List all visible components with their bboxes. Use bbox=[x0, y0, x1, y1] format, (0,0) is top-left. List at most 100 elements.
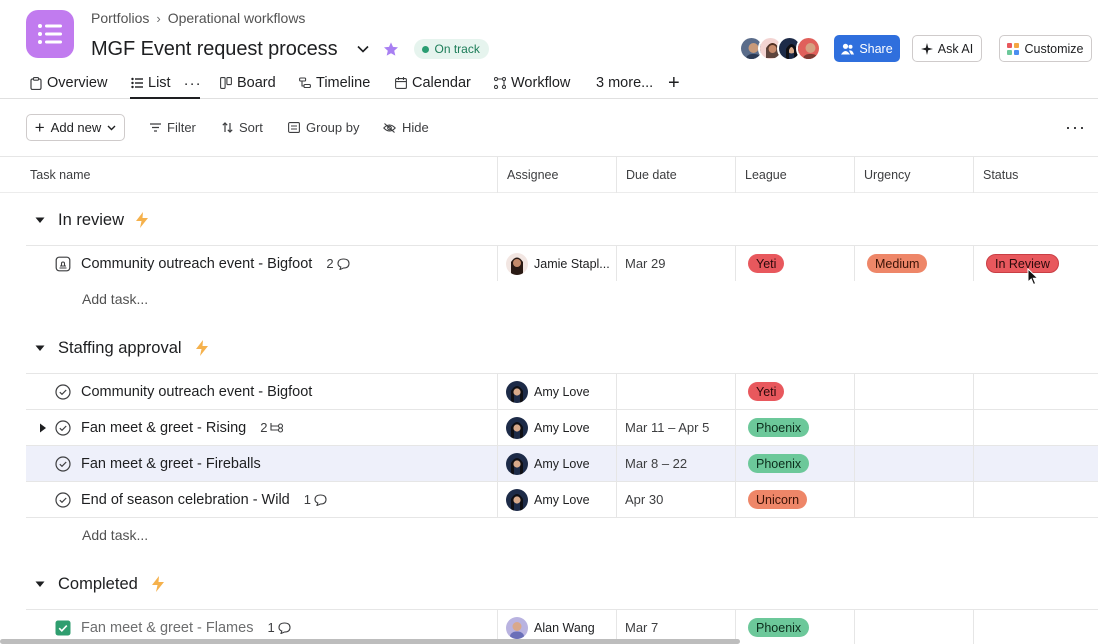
league-cell[interactable]: Phoenix bbox=[735, 410, 854, 445]
lightning-icon[interactable] bbox=[135, 212, 149, 228]
league-badge: Yeti bbox=[748, 254, 785, 273]
due-date-cell[interactable]: Apr 30 bbox=[616, 482, 735, 517]
table-row[interactable]: Community outreach event - Bigfoot Amy L… bbox=[26, 373, 1098, 409]
section-header[interactable]: Staffing approval bbox=[0, 323, 1098, 373]
league-cell[interactable]: Phoenix bbox=[735, 610, 854, 644]
section-header[interactable]: Completed bbox=[0, 559, 1098, 609]
due-date-cell[interactable] bbox=[616, 374, 735, 409]
hide-button[interactable]: Hide bbox=[383, 120, 429, 135]
table-row[interactable]: End of season celebration - Wild 1 Amy Lo… bbox=[26, 481, 1098, 517]
assignee-cell[interactable]: Jamie Stapl... bbox=[497, 246, 616, 281]
league-cell[interactable]: Yeti bbox=[735, 246, 854, 281]
caret-down-icon[interactable] bbox=[34, 342, 46, 354]
league-cell[interactable]: Yeti bbox=[735, 374, 854, 409]
caret-down-icon[interactable] bbox=[34, 214, 46, 226]
task-name[interactable]: Community outreach event - Bigfoot 2 bbox=[81, 256, 350, 272]
more-options-icon[interactable]: ··· bbox=[1065, 117, 1086, 138]
tab-calendar[interactable]: Calendar bbox=[395, 74, 471, 92]
checked-box-icon[interactable] bbox=[55, 620, 71, 636]
urgency-cell[interactable] bbox=[854, 446, 973, 481]
breadcrumb-portfolios[interactable]: Portfolios bbox=[91, 10, 149, 26]
task-name[interactable]: Fan meet & greet - Flames 1 bbox=[81, 620, 291, 636]
assignee-cell[interactable]: Amy Love bbox=[497, 410, 616, 445]
section-header[interactable]: In review bbox=[0, 195, 1098, 245]
status-cell[interactable] bbox=[973, 482, 1092, 517]
status-cell[interactable] bbox=[973, 410, 1092, 445]
due-date-cell[interactable]: Mar 11 – Apr 5 bbox=[616, 410, 735, 445]
status-badge[interactable]: On track bbox=[413, 39, 489, 59]
status-cell[interactable] bbox=[973, 610, 1092, 644]
urgency-cell[interactable] bbox=[854, 374, 973, 409]
assignee-cell[interactable]: Amy Love bbox=[497, 374, 616, 409]
due-date-cell[interactable]: Mar 29 bbox=[616, 246, 735, 281]
add-task-link[interactable]: Add task... bbox=[82, 291, 148, 307]
list-icon bbox=[131, 77, 143, 89]
group-by-button[interactable]: Group by bbox=[288, 120, 359, 135]
column-urgency[interactable]: Urgency bbox=[854, 157, 973, 193]
tab-more[interactable]: 3 more... bbox=[596, 74, 653, 92]
task-name[interactable]: Community outreach event - Bigfoot bbox=[81, 384, 312, 400]
sort-button[interactable]: Sort bbox=[222, 120, 263, 135]
league-cell[interactable]: Unicorn bbox=[735, 482, 854, 517]
check-circle-icon[interactable] bbox=[55, 383, 71, 400]
table-row[interactable]: Fan meet & greet - Fireballs Amy Love Ma… bbox=[26, 445, 1098, 481]
add-new-button[interactable]: + Add new bbox=[26, 114, 125, 141]
avatar bbox=[506, 380, 528, 403]
comment-icon bbox=[278, 622, 291, 634]
project-icon[interactable] bbox=[26, 10, 74, 58]
table-row[interactable]: Community outreach event - Bigfoot 2 Jami… bbox=[26, 245, 1098, 281]
ask-ai-button[interactable]: Ask AI bbox=[912, 35, 982, 62]
column-task-name[interactable]: Task name bbox=[0, 157, 497, 193]
assignee-name: Jamie Stapl... bbox=[534, 256, 610, 271]
breadcrumb-current[interactable]: Operational workflows bbox=[168, 10, 306, 26]
assignee-cell[interactable]: Amy Love bbox=[497, 482, 616, 517]
league-badge: Phoenix bbox=[748, 454, 810, 473]
horizontal-scrollbar[interactable] bbox=[0, 639, 740, 644]
avatar[interactable] bbox=[796, 36, 821, 61]
table-row[interactable]: Fan meet & greet - Rising 2 Amy Love Mar … bbox=[26, 409, 1098, 445]
column-league[interactable]: League bbox=[735, 157, 854, 193]
add-tab-icon[interactable]: + bbox=[668, 73, 680, 93]
task-name[interactable]: Fan meet & greet - Rising 2 bbox=[81, 420, 284, 436]
urgency-cell[interactable]: Medium bbox=[854, 246, 973, 281]
more-options-icon[interactable]: ··· bbox=[184, 75, 202, 92]
check-circle-icon[interactable] bbox=[55, 455, 71, 472]
lightning-icon[interactable] bbox=[195, 340, 209, 356]
check-circle-icon[interactable] bbox=[55, 419, 71, 436]
lightning-icon[interactable] bbox=[151, 576, 165, 592]
league-cell[interactable]: Phoenix bbox=[735, 446, 854, 481]
tab-workflow[interactable]: Workflow bbox=[494, 74, 570, 92]
caret-down-icon[interactable] bbox=[34, 578, 46, 590]
caret-right-icon[interactable] bbox=[39, 423, 47, 433]
section-title[interactable]: Completed bbox=[58, 575, 138, 594]
approval-icon[interactable] bbox=[55, 256, 71, 272]
chevron-down-icon[interactable] bbox=[354, 40, 372, 58]
section-title[interactable]: In review bbox=[58, 211, 124, 230]
urgency-cell[interactable] bbox=[854, 410, 973, 445]
tab-list[interactable]: List ··· bbox=[131, 74, 202, 92]
check-circle-icon[interactable] bbox=[55, 491, 71, 508]
tab-overview[interactable]: Overview bbox=[30, 74, 107, 92]
tab-board[interactable]: Board bbox=[220, 74, 276, 92]
filter-button[interactable]: Filter bbox=[150, 120, 196, 135]
assignee-cell[interactable]: Amy Love bbox=[497, 446, 616, 481]
urgency-cell[interactable] bbox=[854, 610, 973, 644]
column-due-date[interactable]: Due date bbox=[616, 157, 735, 193]
task-name[interactable]: End of season celebration - Wild 1 bbox=[81, 492, 327, 508]
customize-button[interactable]: Customize bbox=[999, 35, 1092, 62]
page-title[interactable]: MGF Event request process bbox=[91, 38, 338, 61]
status-cell[interactable] bbox=[973, 446, 1092, 481]
column-status[interactable]: Status bbox=[973, 157, 1092, 193]
member-avatars[interactable] bbox=[739, 36, 821, 61]
task-name[interactable]: Fan meet & greet - Fireballs bbox=[81, 456, 261, 472]
column-assignee[interactable]: Assignee bbox=[497, 157, 616, 193]
avatar bbox=[506, 252, 528, 275]
star-icon[interactable] bbox=[382, 40, 400, 58]
tab-timeline[interactable]: Timeline bbox=[299, 74, 370, 92]
share-button[interactable]: Share bbox=[834, 35, 900, 62]
due-date-cell[interactable]: Mar 8 – 22 bbox=[616, 446, 735, 481]
status-cell[interactable] bbox=[973, 374, 1092, 409]
section-title[interactable]: Staffing approval bbox=[58, 339, 182, 358]
urgency-cell[interactable] bbox=[854, 482, 973, 517]
add-task-link[interactable]: Add task... bbox=[82, 527, 148, 543]
